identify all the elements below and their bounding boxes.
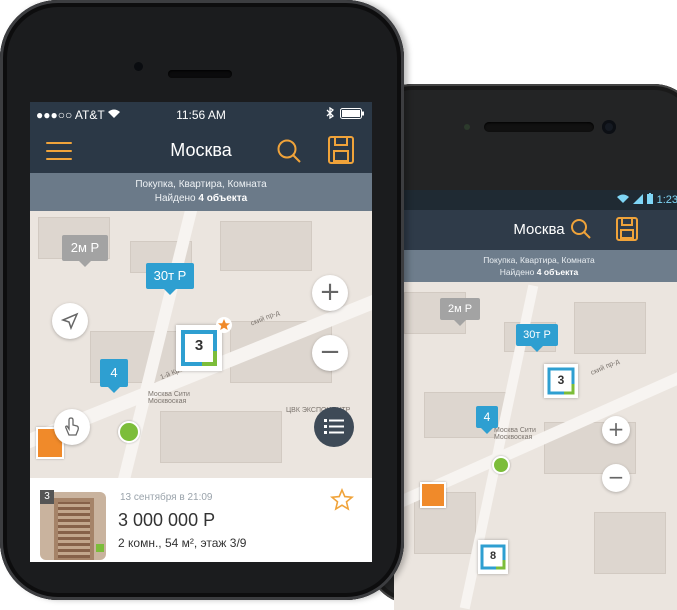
location-dot[interactable] — [118, 421, 140, 443]
street-label: ский пр-д — [589, 358, 621, 377]
agency-pin[interactable] — [420, 482, 446, 508]
map-block — [574, 302, 646, 354]
price-pin-2m[interactable]: 2м Р — [440, 298, 480, 326]
front-camera — [602, 120, 616, 134]
front-camera — [134, 62, 143, 71]
page-title: Москва — [170, 140, 232, 160]
place-label: Москва Сити Москвоская — [494, 427, 536, 441]
zoom-in-button[interactable]: + — [312, 275, 348, 311]
listing-details: 2 комн., 54 м², этаж 3/9 — [118, 536, 247, 550]
ios-status-bar: ●●●○○ AT&T 11:56 AM — [30, 102, 372, 128]
cluster-logo-pin[interactable]: 3 — [544, 364, 578, 398]
navigation-arrow-icon — [60, 312, 79, 331]
map-view[interactable]: ский пр-д Москва Сити Москвоская 2м Р 30… — [394, 282, 677, 610]
map-block — [594, 512, 666, 574]
earpiece — [168, 70, 232, 78]
filter-summary[interactable]: Покупка, Квартира, Комната Найдено 4 объ… — [394, 250, 677, 282]
search-icon[interactable] — [570, 218, 592, 245]
location-dot[interactable] — [492, 456, 510, 474]
favorite-star-icon[interactable] — [329, 487, 355, 519]
results-count: Найдено 4 объекта — [499, 267, 579, 277]
ios-app-bar: Москва — [30, 128, 372, 173]
photo-count-badge: 3 — [40, 490, 54, 504]
bluetooth-icon — [326, 106, 335, 122]
results-count: Найдено 4 объекта — [154, 193, 248, 204]
zoom-in-button[interactable]: + — [602, 416, 630, 444]
wifi-icon — [616, 194, 629, 207]
cluster-logo-pin[interactable]: 8 — [478, 540, 508, 574]
battery-icon — [646, 193, 653, 207]
listing-date: 13 сентября в 21:09 — [120, 492, 213, 503]
iphone-screen: ●●●○○ AT&T 11:56 AM Москва Покупка, Квар… — [30, 102, 372, 562]
map-block — [220, 221, 312, 271]
listing-price: 3 000 000 Р — [118, 510, 216, 530]
zoom-out-button[interactable]: − — [602, 464, 630, 492]
filter-criteria: Покупка, Квартира, Комната — [135, 179, 267, 190]
android-phone: 1:23 Москва Покупка, Квартира, Комната Н… — [368, 84, 677, 610]
iphone: ●●●○○ AT&T 11:56 AM Москва Покупка, Квар… — [0, 0, 404, 600]
price-pin-2m[interactable]: 2м Р — [62, 235, 108, 267]
proximity-sensor — [464, 124, 470, 130]
map-block — [160, 411, 282, 463]
save-icon[interactable] — [616, 217, 638, 246]
status-time: 11:56 AM — [176, 108, 226, 122]
android-status-bar: 1:23 — [394, 190, 677, 210]
filter-summary[interactable]: Покупка, Квартира, Комната Найдено 4 объ… — [30, 173, 372, 211]
map-view[interactable]: ский пр-д 1-й Кр Москва Сити Москвоская … — [30, 211, 372, 478]
price-pin-30t[interactable]: 30т Р — [516, 324, 558, 352]
favorite-star-icon — [216, 317, 232, 338]
android-app-bar: Москва — [394, 210, 677, 250]
save-icon[interactable] — [328, 136, 354, 169]
status-indicator — [96, 544, 104, 552]
draw-area-button[interactable] — [54, 409, 90, 445]
cluster-pin-4[interactable]: 4 — [476, 406, 498, 434]
locate-button[interactable] — [52, 303, 88, 339]
price-pin-30t[interactable]: 30т Р — [146, 263, 194, 295]
battery-icon — [340, 107, 364, 122]
filter-criteria: Покупка, Квартира, Комната — [483, 255, 595, 265]
speaker-grille — [484, 122, 594, 132]
cluster-pin-4[interactable]: 4 — [100, 359, 128, 393]
status-time: 1:23 — [656, 194, 677, 206]
listing-card[interactable]: 3 13 сентября в 21:09 3 000 000 Р 2 комн… — [30, 478, 372, 562]
list-view-button[interactable] — [314, 407, 354, 447]
hand-pointer-icon — [65, 417, 79, 436]
zoom-out-button[interactable]: − — [312, 335, 348, 371]
signal-icon — [632, 193, 643, 207]
place-label: Москва Сити Москвоская — [148, 391, 190, 405]
search-icon[interactable] — [276, 138, 302, 169]
android-screen: 1:23 Москва Покупка, Квартира, Комната Н… — [394, 190, 677, 610]
list-icon — [324, 419, 344, 434]
